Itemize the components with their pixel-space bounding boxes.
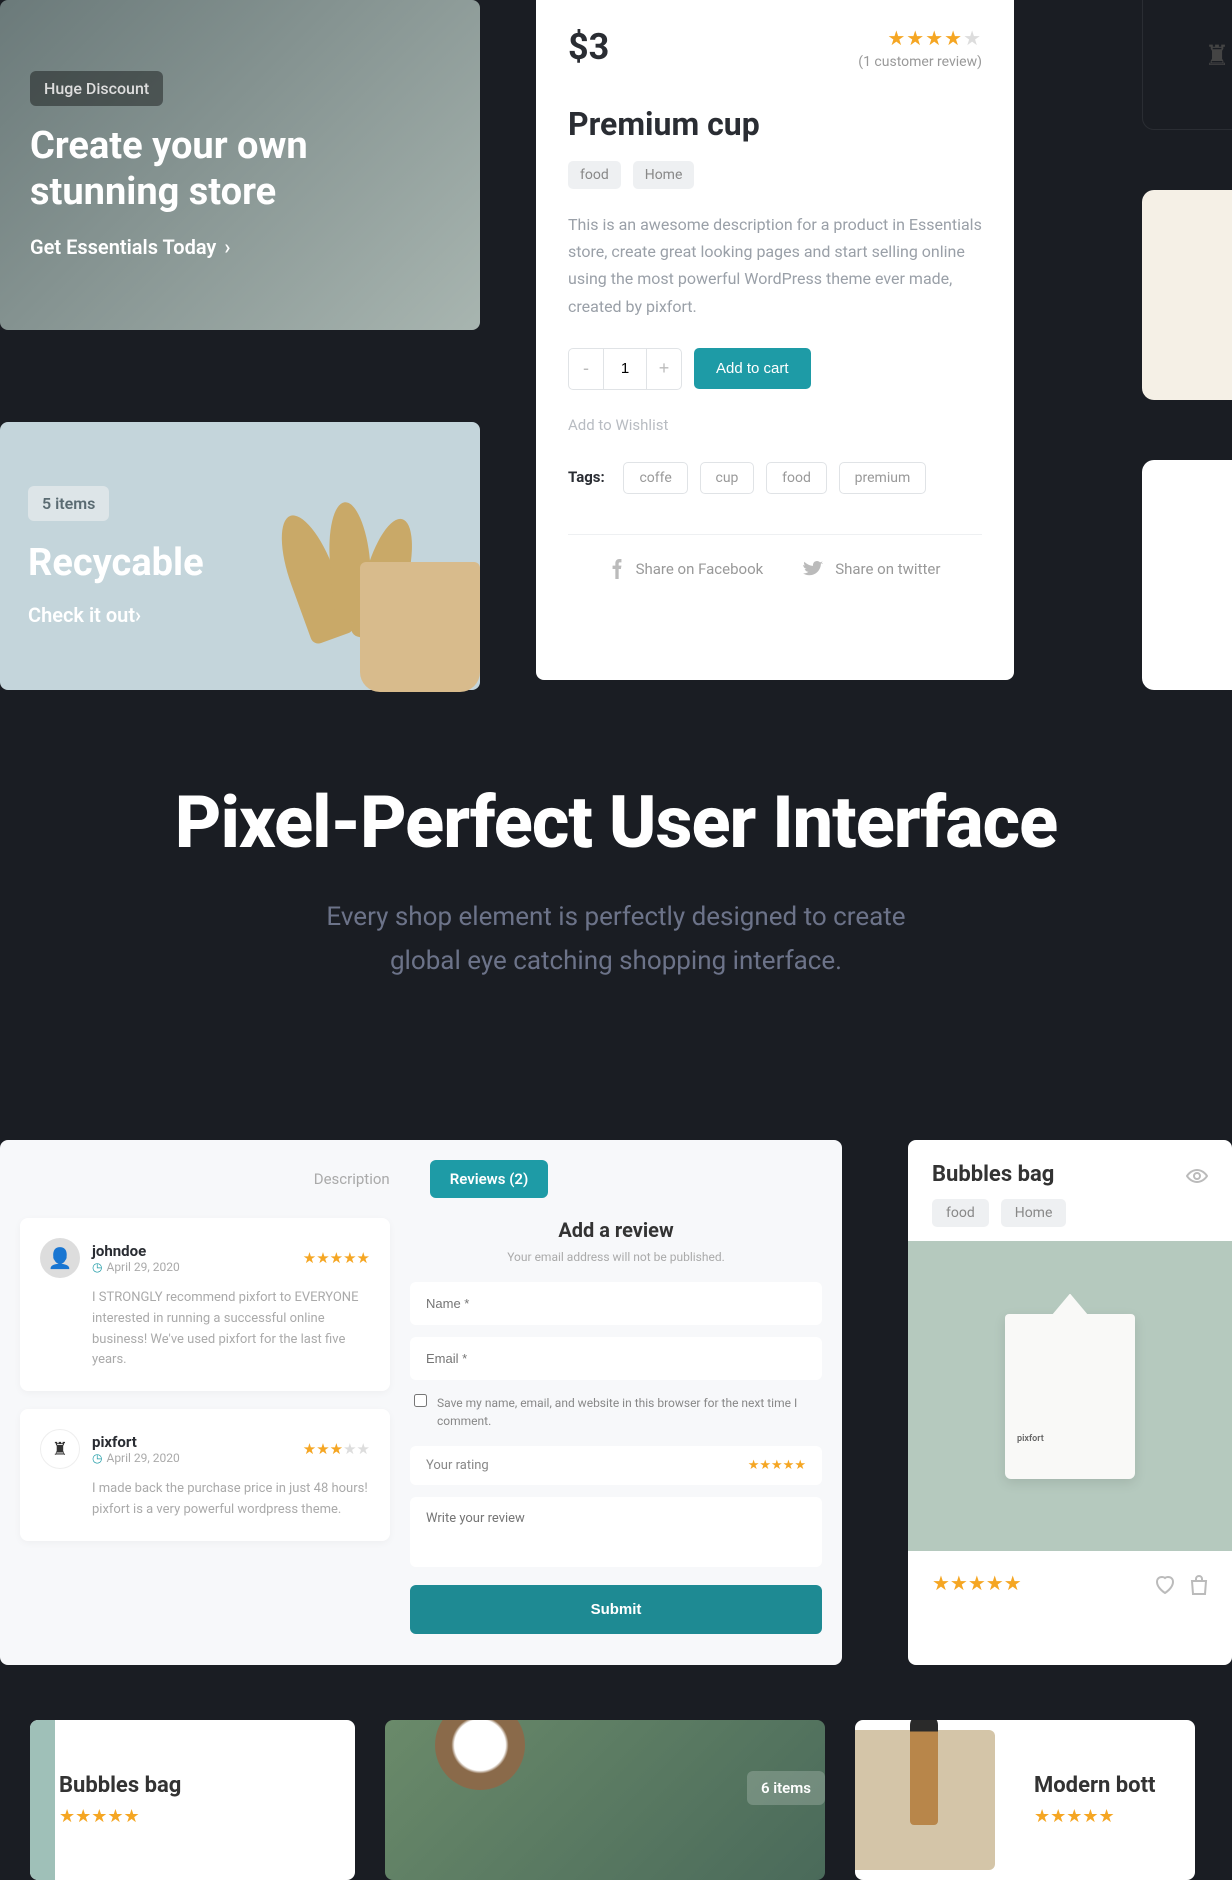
product-stars: ★★★★★ <box>858 26 982 50</box>
hero-title: Pixel-Perfect User Interface <box>0 780 1232 865</box>
review-date: ◷April 29, 2020 <box>92 1451 180 1465</box>
review-item: ♜ pixfort ◷April 29, 2020 ★★★★★ I made b… <box>20 1409 390 1541</box>
avatar: 👤 <box>40 1238 80 1278</box>
review-date: ◷April 29, 2020 <box>92 1260 180 1274</box>
facebook-icon <box>610 559 624 579</box>
clock-icon: ◷ <box>92 1260 102 1274</box>
add-review-title: Add a review <box>410 1218 822 1242</box>
product-tags: Tags: coffe cup food premium <box>568 462 982 494</box>
add-to-wishlist-link[interactable]: Add to Wishlist <box>568 416 982 434</box>
review-textarea[interactable] <box>410 1497 822 1567</box>
product-description: This is an awesome description for a pro… <box>568 211 982 320</box>
add-review-note: Your email address will not be published… <box>410 1250 822 1264</box>
review-body: I STRONGLY recommend pixfort to EVERYONE… <box>92 1288 370 1371</box>
tag-coffe[interactable]: coffe <box>623 462 687 494</box>
tag-home[interactable]: Home <box>1001 1199 1067 1227</box>
badge-5-items: 5 items <box>28 486 109 521</box>
share-facebook-link[interactable]: Share on Facebook <box>610 559 764 579</box>
coconut-image <box>435 1720 525 1790</box>
quantity-stepper: - + <box>568 348 682 390</box>
card-title: Bubbles bag <box>59 1773 331 1798</box>
hero-subtitle: Every shop element is perfectly designed… <box>0 895 1232 983</box>
product-detail-card: $3 ★★★★★ (1 customer review) Premium cup… <box>536 0 1014 680</box>
side-card-bag <box>1142 190 1232 400</box>
eye-icon[interactable] <box>1186 1163 1208 1187</box>
grid-card-stars: ★★★★★ <box>932 1571 1022 1595</box>
promo-card-discount[interactable]: Huge Discount Create your own stunning s… <box>0 0 480 330</box>
review-body: I made back the purchase price in just 4… <box>92 1479 370 1521</box>
qty-plus-button[interactable]: + <box>647 349 681 389</box>
twitter-icon <box>803 561 823 577</box>
reviewer-name: pixfort <box>92 1433 180 1451</box>
badge-6-items: 6 items <box>747 1771 825 1805</box>
tag-food[interactable]: food <box>766 462 827 494</box>
product-grid-card[interactable]: Bubbles bag food Home pixfort ★★★★★ <box>908 1140 1232 1665</box>
badge-huge-discount: Huge Discount <box>30 71 163 106</box>
your-rating-row[interactable]: Your rating ★★★★★ <box>410 1446 822 1485</box>
tower-icon: ♜ <box>1204 39 1229 72</box>
grid-card-title: Bubbles bag <box>932 1162 1054 1187</box>
chevron-right-icon: › <box>135 603 141 627</box>
review-stars: ★★★★★ <box>303 1440 370 1458</box>
save-info-checkbox[interactable] <box>414 1394 427 1407</box>
tab-reviews[interactable]: Reviews (2) <box>430 1160 549 1198</box>
qty-input[interactable] <box>603 349 647 389</box>
submit-review-button[interactable]: Submit <box>410 1585 822 1634</box>
card-stars: ★★★★★ <box>59 1806 331 1827</box>
promo-card-recyclable[interactable]: 5 items Recycable Check it out› <box>0 422 480 690</box>
category-home[interactable]: Home <box>633 161 695 189</box>
reviews-panel: Description Reviews (2) 👤 johndoe ◷April… <box>0 1140 842 1665</box>
clock-icon: ◷ <box>92 1451 102 1465</box>
bottom-card-modern-bottle[interactable]: Modern bott ★★★★★ <box>855 1720 1195 1880</box>
promo1-title: Create your own stunning store <box>30 124 450 215</box>
product-title: Premium cup <box>568 105 982 143</box>
bottle-image <box>910 1720 938 1825</box>
add-to-cart-button[interactable]: Add to cart <box>694 348 811 389</box>
share-twitter-link[interactable]: Share on twitter <box>803 559 940 579</box>
card-stars: ★★★★★ <box>1034 1806 1171 1827</box>
spoons-image <box>250 442 470 672</box>
bottom-card-bubbles-bag[interactable]: Bubbles bag ★★★★★ <box>30 1720 355 1880</box>
hero-section: Pixel-Perfect User Interface Every shop … <box>0 780 1232 983</box>
category-food[interactable]: food <box>568 161 621 189</box>
side-card-logo: ♜ <box>1142 0 1232 130</box>
reviewer-name: johndoe <box>92 1242 180 1260</box>
promo1-link[interactable]: Get Essentials Today› <box>30 235 450 259</box>
tag-premium[interactable]: premium <box>839 462 927 494</box>
bag-icon[interactable] <box>1190 1571 1208 1596</box>
review-count[interactable]: (1 customer review) <box>858 54 982 70</box>
tab-description[interactable]: Description <box>294 1160 410 1198</box>
avatar: ♜ <box>40 1429 80 1469</box>
chevron-right-icon: › <box>224 235 230 259</box>
review-stars: ★★★★★ <box>303 1249 370 1267</box>
heart-icon[interactable] <box>1154 1571 1176 1596</box>
grid-card-image: pixfort <box>908 1241 1232 1551</box>
review-item: 👤 johndoe ◷April 29, 2020 ★★★★★ I STRONG… <box>20 1218 390 1391</box>
tag-cup[interactable]: cup <box>700 462 755 494</box>
card-title: Modern bott <box>1034 1773 1171 1798</box>
name-field[interactable] <box>410 1282 822 1325</box>
bottom-card-collection[interactable]: 6 items <box>385 1720 825 1880</box>
product-categories: food Home <box>568 161 982 189</box>
email-field[interactable] <box>410 1337 822 1380</box>
save-info-checkbox-row[interactable]: Save my name, email, and website in this… <box>410 1392 822 1432</box>
qty-minus-button[interactable]: - <box>569 349 603 389</box>
rating-stars-input[interactable]: ★★★★★ <box>748 1458 806 1473</box>
tag-food[interactable]: food <box>932 1199 989 1227</box>
product-price: $3 <box>568 26 609 68</box>
side-card-bottle <box>1142 460 1232 690</box>
